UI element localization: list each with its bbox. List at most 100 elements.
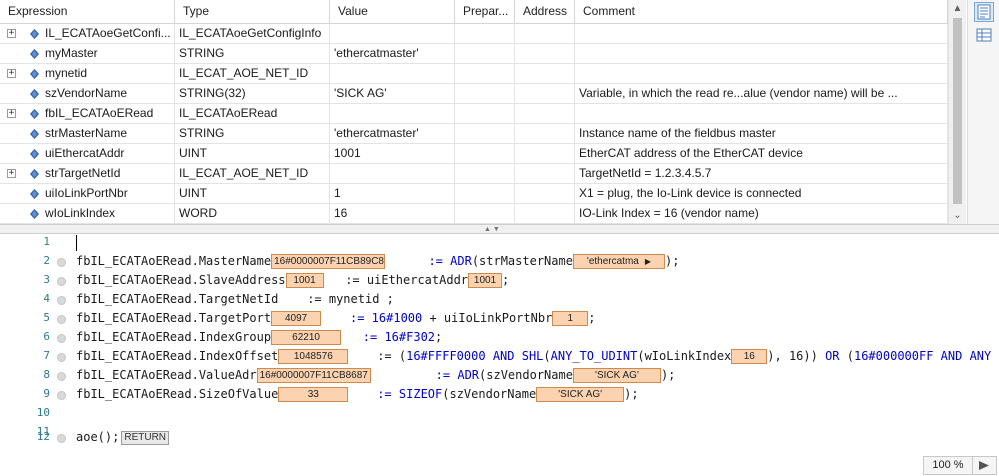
variable-row[interactable]: strMasterName STRING'ethercatmaster' Insta… xyxy=(0,124,948,144)
scroll-up-icon[interactable]: ▲ xyxy=(949,0,966,17)
column-header-prepared[interactable]: Prepar... xyxy=(455,0,515,24)
breakpoint-marker-icon[interactable] xyxy=(57,353,66,362)
breakpoint-marker-icon[interactable] xyxy=(57,372,66,381)
line-number: 4 xyxy=(43,292,50,305)
monitor-value-value-adr[interactable]: 16#0000007F11CB8687 xyxy=(256,368,371,383)
line-number: 12 xyxy=(36,430,50,443)
monitor-value-index-group[interactable]: 62210 xyxy=(271,330,342,345)
monitor-value-io-link-index[interactable]: 16 xyxy=(731,349,768,364)
cell-expression[interactable]: + mynetid xyxy=(0,64,175,84)
column-header-expression[interactable]: Expression xyxy=(0,0,175,24)
expand-arrow-icon[interactable]: ▶ xyxy=(645,255,651,268)
cell-prepared[interactable] xyxy=(455,144,515,164)
code-token: ADR xyxy=(457,368,480,382)
code-text[interactable]: aoe(); RETURN xyxy=(76,430,170,445)
breakpoint-marker-icon[interactable] xyxy=(57,334,66,343)
breakpoint-marker-icon[interactable] xyxy=(57,315,66,324)
cell-prepared[interactable] xyxy=(455,124,515,144)
cell-expression[interactable]: szVendorName xyxy=(0,84,175,104)
breakpoint-marker-icon[interactable] xyxy=(57,277,66,286)
cell-expression[interactable]: myMaster xyxy=(0,44,175,64)
expand-icon[interactable]: + xyxy=(7,169,16,178)
scrollbar-thumb[interactable] xyxy=(953,18,962,204)
cell-expression[interactable]: + fbIL_ECATAoERead xyxy=(0,104,175,124)
monitor-value-io-link-port[interactable]: 1 xyxy=(552,311,589,326)
table-view-icon[interactable] xyxy=(974,25,994,45)
expression-label: uiIoLinkPortNbr xyxy=(45,186,128,200)
declaration-scrollbar[interactable]: ▲ ⌄ xyxy=(948,0,966,224)
cell-prepared[interactable] xyxy=(455,104,515,124)
cell-expression[interactable]: + IL_ECATAoeGetConfi... xyxy=(0,24,175,44)
monitor-value-master-name[interactable]: 16#0000007F11CB89C8 xyxy=(271,254,386,269)
declaration-view-icon[interactable] xyxy=(974,2,994,22)
zoom-level[interactable]: 100 % xyxy=(923,456,973,475)
expression-label: mynetid xyxy=(45,66,88,80)
code-text[interactable]: fbIL_ECATAoERead.SlaveAddress 1001 := uiE… xyxy=(76,273,509,288)
cell-value: 'SICK AG' xyxy=(330,84,455,104)
monitor-value-index-offset[interactable]: 1048576 xyxy=(278,349,349,364)
variable-row[interactable]: uiEthercatAddr UINT 1001 EtherCAT address o… xyxy=(0,144,948,164)
code-token: := xyxy=(435,368,458,382)
resize-grip-icon xyxy=(979,461,989,470)
code-line: 2 fbIL_ECATAoERead.MasterName 16#0000007F… xyxy=(0,253,999,272)
breakpoint-marker-icon[interactable] xyxy=(57,296,66,305)
cell-type: STRING xyxy=(175,124,330,144)
monitor-value-ui-ethercat-addr[interactable]: 1001 xyxy=(468,273,503,288)
code-text[interactable]: fbIL_ECATAoERead.SizeOfValue 33 := SIZEOF… xyxy=(76,387,639,402)
code-text[interactable]: fbIL_ECATAoERead.TargetNetId := mynetid … xyxy=(76,292,394,306)
code-text[interactable]: fbIL_ECATAoERead.IndexGroup 62210 := 16#F… xyxy=(76,330,442,345)
monitor-value-size-of-value[interactable]: 33 xyxy=(278,387,349,402)
variable-row[interactable]: + fbIL_ECATAoERead IL_ECATAoERead xyxy=(0,104,948,124)
cell-prepared[interactable] xyxy=(455,184,515,204)
cell-prepared[interactable] xyxy=(455,204,515,224)
cell-prepared[interactable] xyxy=(455,64,515,84)
code-text[interactable]: fbIL_ECATAoERead.ValueAdr 16#0000007F11CB… xyxy=(76,368,675,383)
variable-row[interactable]: wIoLinkIndex WORD 16 IO-Link Index = 16 (ve… xyxy=(0,204,948,224)
cell-expression[interactable]: uiIoLinkPortNbr xyxy=(0,184,175,204)
monitor-value-vendor-name[interactable]: 'SICK AG' xyxy=(572,368,661,383)
code-text[interactable]: fbIL_ECATAoERead.TargetPort 4097 := 16#10… xyxy=(76,311,596,326)
column-header-value[interactable]: Value xyxy=(330,0,455,24)
scroll-down-icon[interactable]: ⌄ xyxy=(949,207,966,224)
cell-prepared[interactable] xyxy=(455,44,515,64)
monitor-text: 'ethercatma xyxy=(586,256,639,267)
cell-expression[interactable]: + strTargetNetId xyxy=(0,164,175,184)
expand-icon[interactable]: + xyxy=(7,29,16,38)
breakpoint-marker-icon[interactable] xyxy=(57,391,66,400)
zoom-dropdown[interactable] xyxy=(973,456,997,475)
cell-prepared[interactable] xyxy=(455,164,515,184)
code-line: 1 xyxy=(0,234,999,253)
column-header-address[interactable]: Address xyxy=(515,0,575,24)
monitor-value-str-master-name[interactable]: 'ethercatma ▶ xyxy=(572,254,665,269)
column-header-comment[interactable]: Comment xyxy=(575,0,948,24)
code-text[interactable]: fbIL_ECATAoERead.MasterName 16#0000007F11… xyxy=(76,254,679,269)
breakpoint-marker-icon[interactable] xyxy=(57,258,66,267)
breakpoint-marker-icon[interactable] xyxy=(57,434,66,443)
cell-expression[interactable]: wIoLinkIndex xyxy=(0,204,175,224)
variable-row[interactable]: + strTargetNetId IL_ECAT_AOE_NET_ID TargetN… xyxy=(0,164,948,184)
monitor-value-vendor-name-size[interactable]: 'SICK AG' xyxy=(536,387,625,402)
variable-row[interactable]: szVendorName STRING(32) 'SICK AG' Variable,… xyxy=(0,84,948,104)
variable-row[interactable]: + mynetid IL_ECAT_AOE_NET_ID xyxy=(0,64,948,84)
expand-icon[interactable]: + xyxy=(7,109,16,118)
code-editor[interactable]: 1 2 fbIL_ECATAoERead.MasterName 16#000000… xyxy=(0,234,999,476)
cell-prepared[interactable] xyxy=(455,84,515,104)
cell-expression[interactable]: strMasterName xyxy=(0,124,175,144)
variable-row[interactable]: uiIoLinkPortNbr UINT 1 X1 = plug, the Io-Li… xyxy=(0,184,948,204)
variable-row[interactable]: + IL_ECATAoeGetConfi... IL_ECATAoeGetConfi… xyxy=(0,24,948,44)
code-text[interactable]: fbIL_ECATAoERead.IndexOffset 1048576 := (… xyxy=(76,349,991,364)
monitor-value-target-port[interactable]: 4097 xyxy=(271,311,322,326)
splitter-grip-icon[interactable]: ▲▼ xyxy=(484,226,502,233)
code-token: 16#F302 xyxy=(384,330,436,344)
expand-icon[interactable]: + xyxy=(7,69,16,78)
code-token: ( xyxy=(839,349,854,363)
cell-expression[interactable]: uiEthercatAddr xyxy=(0,144,175,164)
code-line: 6 fbIL_ECATAoERead.IndexGroup 62210 := 16… xyxy=(0,329,999,348)
return-marker[interactable]: RETURN xyxy=(121,431,170,445)
monitor-value-slave-address[interactable]: 1001 xyxy=(285,273,324,288)
variable-row[interactable]: myMaster STRING'ethercatmaster' xyxy=(0,44,948,64)
panel-splitter[interactable]: ▲▼ xyxy=(0,224,999,234)
code-line: 8 fbIL_ECATAoERead.ValueAdr 16#0000007F11… xyxy=(0,367,999,386)
column-header-type[interactable]: Type xyxy=(175,0,330,24)
cell-prepared[interactable] xyxy=(455,24,515,44)
